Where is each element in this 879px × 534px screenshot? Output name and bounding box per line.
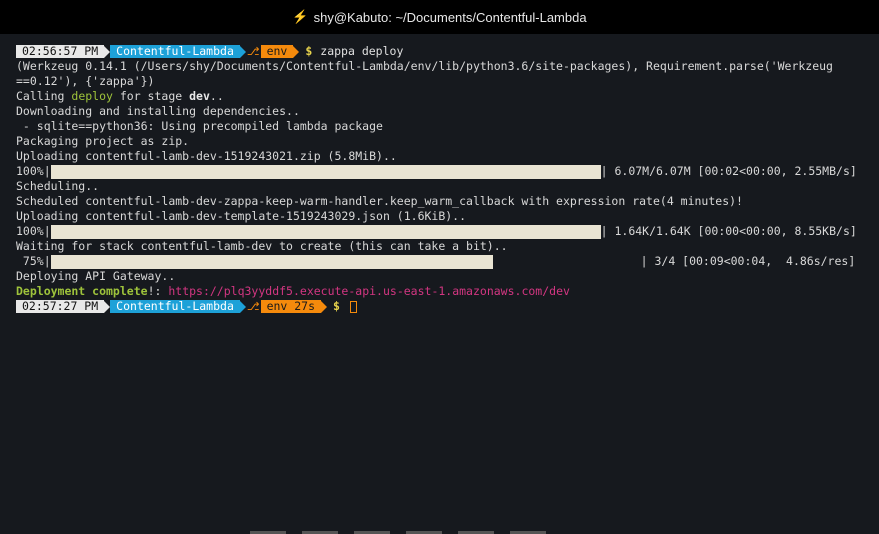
output-line: - sqlite==python36: Using precompiled la… [16,119,383,133]
output-line: ==0.12'), {'zappa'}) [16,74,155,88]
progress-bar-fill [50,224,601,239]
text-span: .. [209,89,224,103]
progress-line: 75%| | 3/4 [00:09<00:04, 4.86s/res] [16,254,871,269]
prompt-directory: Contentful-Lambda [110,45,240,58]
text-span: for stage [112,89,190,103]
output-line: Deploying API Gateway.. [16,269,176,283]
output-line: (Werkzeug 0.14.1 (/Users/shy/Documents/C… [16,59,833,73]
terminal-output[interactable]: 02:56:57 PM Contentful-Lambda ⎇ env $ za… [16,44,871,314]
prompt-time: 02:56:57 PM [16,45,105,58]
title-bar[interactable]: ⚡ shy@Kabuto: ~/Documents/Contentful-Lam… [0,0,879,34]
prompt-dollar-icon: $ [305,44,313,58]
branch-icon: ⎇ [246,300,260,313]
progress-line: 100%| | 1.64K/1.64K [00:00<00:00, 8.55KB/… [16,224,871,239]
output-line: Scheduling.. [16,179,100,193]
powerline-separator [321,300,328,313]
output-line: Calling deploy for stage dev.. [16,89,871,104]
progress-percent: 75%| [16,254,51,268]
deployment-complete-label: Deployment complete [16,284,148,298]
prompt-line: 02:56:57 PM Contentful-Lambda ⎇ env $ za… [16,44,871,59]
powerline-separator [239,300,246,313]
progress-bar-empty [493,255,641,269]
progress-stats: | 1.64K/1.64K [00:00<00:00, 8.55KB/s] [600,224,857,238]
output-line: Packaging project as zip. [16,134,190,148]
terminal-window: ⚡ shy@Kabuto: ~/Documents/Contentful-Lam… [0,0,879,534]
output-line: Uploading contentful-lamb-dev-1519243021… [16,149,397,163]
prompt-dollar-icon: $ [333,299,340,313]
text-span: !: [147,284,169,298]
powerline-separator [239,45,246,58]
output-line: Scheduled contentful-lamb-dev-zappa-keep… [16,194,743,208]
output-line: Downloading and installing dependencies.… [16,104,300,118]
deployment-url-link[interactable]: https://plq3yyddf5.execute-api.us-east-1… [168,284,570,298]
powerline-separator [293,45,300,58]
text-cursor[interactable] [349,300,357,313]
window-title: shy@Kabuto: ~/Documents/Contentful-Lambd… [313,9,587,25]
text-span: Calling [16,89,72,103]
progress-stats: | 3/4 [00:09<00:04, 4.86s/res] [640,254,856,268]
lightning-icon: ⚡ [292,9,309,24]
progress-bar-fill [50,164,601,179]
prompt-time: 02:57:27 PM [16,300,105,313]
progress-stats: | 6.07M/6.07M [00:02<00:00, 2.55MB/s] [600,164,857,178]
output-line: Deployment complete!: https://plq3yyddf5… [16,284,871,299]
prompt-venv: env [260,45,294,58]
prompt-directory: Contentful-Lambda [110,300,240,313]
prompt-line: 02:57:27 PM Contentful-Lambda ⎇ env 27s … [16,299,871,314]
progress-percent: 100%| [16,164,51,178]
command-text: zappa deploy [320,44,404,58]
output-line: Waiting for stack contentful-lamb-dev to… [16,239,508,253]
progress-line: 100%| | 6.07M/6.07M [00:02<00:00, 2.55MB/… [16,164,871,179]
text-span: deploy [71,89,113,103]
output-line: Uploading contentful-lamb-dev-template-1… [16,209,467,223]
progress-percent: 100%| [16,224,51,238]
branch-icon: ⎇ [246,45,260,58]
prompt-venv: env 27s [260,300,322,313]
text-span: dev [189,89,210,103]
progress-bar-fill [50,254,494,269]
